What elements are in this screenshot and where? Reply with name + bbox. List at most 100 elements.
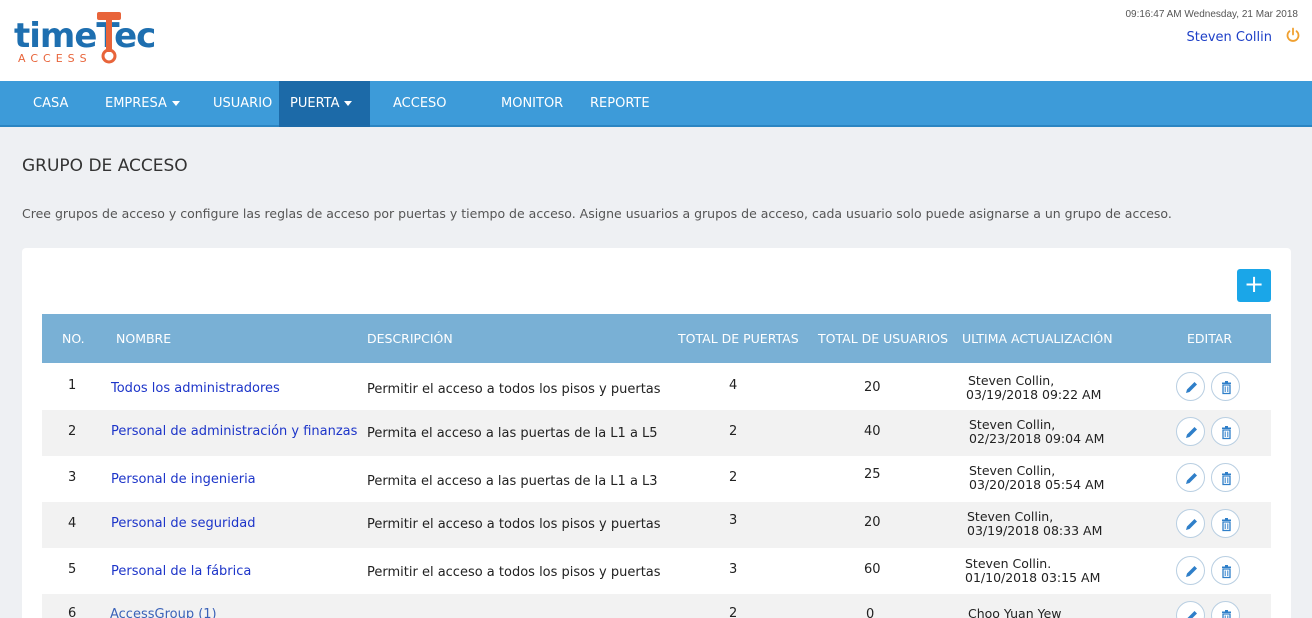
row-updated-at: 02/23/2018 09:04 AM xyxy=(969,431,1105,446)
group-name-link[interactable]: Personal de la fábrica xyxy=(111,564,251,579)
row-doors: 4 xyxy=(729,378,738,393)
group-name-link[interactable]: Personal de administración y finanzas xyxy=(111,424,357,439)
power-icon[interactable] xyxy=(1285,27,1301,43)
row-updated-at: 01/10/2018 03:15 AM xyxy=(965,570,1101,585)
trash-icon xyxy=(1222,426,1231,440)
trash-icon xyxy=(1222,518,1231,532)
trash-icon xyxy=(1222,472,1231,486)
trash-icon xyxy=(1222,381,1231,395)
delete-button[interactable] xyxy=(1211,509,1240,538)
nav-label: PUERTA xyxy=(290,96,340,111)
group-name-link[interactable]: Todos los administradores xyxy=(111,381,280,396)
col-total-puertas: TOTAL DE PUERTAS xyxy=(678,331,799,346)
nav-reporte[interactable]: REPORTE xyxy=(590,81,650,127)
row-doors: 3 xyxy=(729,513,738,528)
delete-button[interactable] xyxy=(1211,601,1240,618)
pencil-icon xyxy=(1187,611,1197,618)
row-description: Permita el acceso a las puertas de la L1… xyxy=(367,426,658,441)
logo-wordmark: timeTec xyxy=(14,16,156,56)
table-row: 3 Personal de ingenieria Permita el acce… xyxy=(42,456,1271,502)
row-no: 3 xyxy=(68,470,77,485)
row-doors: 2 xyxy=(729,424,738,439)
nav-label: USUARIO xyxy=(213,96,273,111)
nav-label: MONITOR xyxy=(501,96,564,111)
row-users: 40 xyxy=(864,424,881,439)
table-row: 5 Personal de la fábrica Permitir el acc… xyxy=(42,548,1271,594)
nav-monitor[interactable]: MONITOR xyxy=(501,81,563,127)
nav-usuario[interactable]: USUARIO xyxy=(213,81,272,127)
nav-label: EMPRESA xyxy=(105,96,167,111)
nav-label: CASA xyxy=(33,96,69,111)
row-users: 20 xyxy=(864,380,881,395)
page-title: GRUPO DE ACCESO xyxy=(22,156,188,176)
row-updated-by: Steven Collin, xyxy=(967,509,1054,524)
nav-acceso[interactable]: ACCESO xyxy=(393,81,447,127)
edit-button[interactable] xyxy=(1176,601,1205,618)
nav-label: ACCESO xyxy=(393,96,447,111)
row-updated-by: Steven Collin, xyxy=(969,417,1056,432)
col-no: NO. xyxy=(62,331,85,346)
edit-button[interactable] xyxy=(1176,556,1205,585)
nav-label: REPORTE xyxy=(590,96,650,111)
row-updated-by: Steven Collin. xyxy=(965,556,1052,571)
row-users: 25 xyxy=(864,467,881,482)
row-no: 2 xyxy=(68,424,77,439)
col-nombre: NOMBRE xyxy=(116,331,172,346)
col-descripcion: DESCRIPCIÓN xyxy=(367,331,453,346)
pencil-icon xyxy=(1186,427,1197,438)
table-row: 2 Personal de administración y finanzas … xyxy=(42,410,1271,456)
user-name-link[interactable]: Steven Collin xyxy=(1186,30,1272,45)
col-editar: EDITAR xyxy=(1187,331,1233,346)
group-name-link[interactable]: Personal de seguridad xyxy=(111,516,255,531)
col-total-usuarios: TOTAL DE USUARIOS xyxy=(818,331,949,346)
row-doors: 2 xyxy=(729,606,738,618)
pencil-icon xyxy=(1186,519,1197,530)
trash-icon xyxy=(1222,565,1231,579)
row-description: Permitir el acceso a todos los pisos y p… xyxy=(367,517,661,532)
table-row: 6 AccessGroup (1) 2 0 Choo Yuan Yew xyxy=(42,594,1271,618)
row-description: Permita el acceso a las puertas de la L1… xyxy=(367,474,658,489)
row-description: Permitir el acceso a todos los pisos y p… xyxy=(367,565,661,580)
table-row: 4 Personal de seguridad Permitir el acce… xyxy=(42,502,1271,548)
key-icon xyxy=(97,12,121,64)
delete-button[interactable] xyxy=(1211,417,1240,446)
caret-down-icon xyxy=(344,101,353,106)
row-users: 20 xyxy=(864,515,881,530)
delete-button[interactable] xyxy=(1211,556,1240,585)
row-description: Permitir el acceso a todos los pisos y p… xyxy=(367,382,661,397)
pencil-icon xyxy=(1186,473,1197,484)
app-header: timeTec ACCESS 09:16:47 AM Wednesday, 21… xyxy=(0,0,1312,81)
main-nav: CASA EMPRESA USUARIO PUERTA ACCESO MONIT… xyxy=(0,81,1312,127)
group-name-link[interactable]: AccessGroup (1) xyxy=(110,607,217,618)
row-no: 6 xyxy=(68,606,77,618)
row-updated-by: Steven Collin, xyxy=(968,373,1055,388)
edit-button[interactable] xyxy=(1176,463,1205,492)
edit-button[interactable] xyxy=(1176,372,1205,401)
row-updated-at: 03/19/2018 08:33 AM xyxy=(967,523,1103,538)
row-doors: 3 xyxy=(729,562,738,577)
delete-button[interactable] xyxy=(1211,372,1240,401)
edit-button[interactable] xyxy=(1176,509,1205,538)
nav-puerta[interactable]: PUERTA xyxy=(279,81,370,127)
nav-casa[interactable]: CASA xyxy=(33,81,68,127)
nav-empresa[interactable]: EMPRESA xyxy=(105,81,180,127)
timetec-logo[interactable]: timeTec ACCESS xyxy=(14,12,156,70)
edit-button[interactable] xyxy=(1176,417,1205,446)
page-description: Cree grupos de acceso y configure las re… xyxy=(22,206,1172,221)
delete-button[interactable] xyxy=(1211,463,1240,492)
row-doors: 2 xyxy=(729,470,738,485)
row-users: 60 xyxy=(864,562,881,577)
add-group-button[interactable]: + xyxy=(1237,269,1271,302)
pencil-icon xyxy=(1186,382,1197,393)
logo-subtitle: ACCESS xyxy=(18,52,92,65)
trash-icon xyxy=(1222,610,1231,618)
row-no: 1 xyxy=(68,378,77,393)
row-no: 5 xyxy=(68,562,77,577)
row-no: 4 xyxy=(68,516,77,531)
table-row: 1 Todos los administradores Permitir el … xyxy=(42,364,1271,410)
row-updated-at: 03/20/2018 05:54 AM xyxy=(969,477,1105,492)
row-updated-by: Choo Yuan Yew xyxy=(968,606,1062,618)
current-datetime: 09:16:47 AM Wednesday, 21 Mar 2018 xyxy=(1125,9,1298,20)
col-ultima-actualizacion: ULTIMA ACTUALIZACIÓN xyxy=(962,331,1113,346)
group-name-link[interactable]: Personal de ingenieria xyxy=(111,472,256,487)
